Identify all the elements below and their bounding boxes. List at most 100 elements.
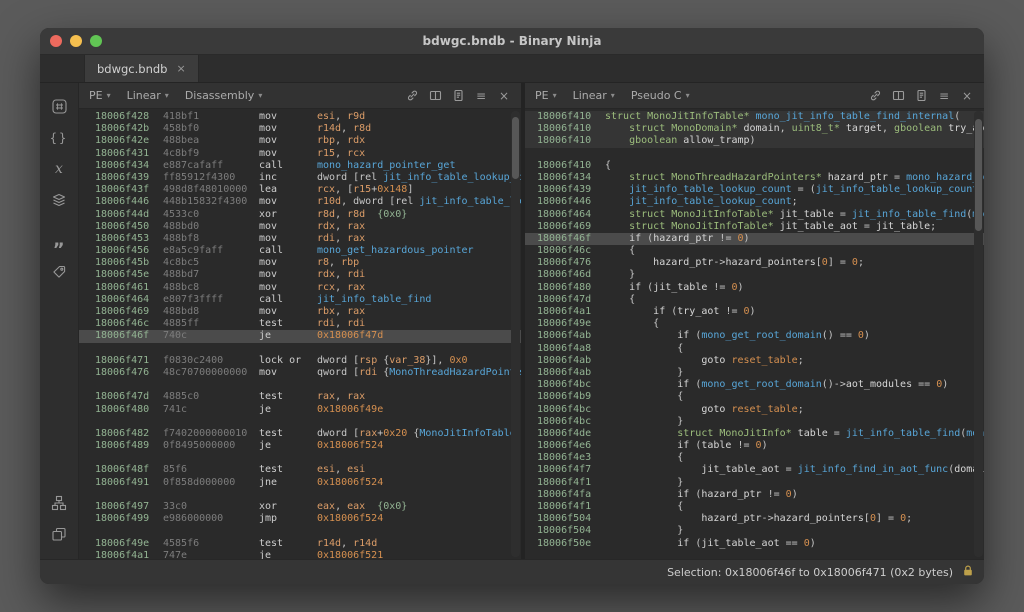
minimize-window-button[interactable] — [70, 35, 82, 47]
code-line[interactable]: 18006f4bc goto reset_table; — [525, 404, 984, 416]
layout-dropdown[interactable]: Linear▾ — [573, 89, 615, 102]
pane-menu-icon[interactable]: ≡ — [474, 89, 488, 103]
sidebar-stack-icon[interactable] — [46, 186, 72, 213]
code-line[interactable]: 18006f4a8 { — [525, 343, 984, 355]
code-line[interactable]: 18006f46c4885fftestrdi, rdi — [79, 318, 521, 330]
sync-link-icon[interactable] — [868, 89, 882, 103]
code-line[interactable]: 18006f480741cje0x18006f49e — [79, 404, 521, 416]
code-line[interactable]: 18006f450488bd0movrdx, rax — [79, 221, 521, 233]
code-line[interactable]: 18006f410struct MonoJitInfoTable* mono_j… — [525, 111, 984, 123]
code-line[interactable]: 18006f47d4885c0testrax, rax — [79, 391, 521, 403]
sidebar-strings-icon[interactable]: „ — [46, 217, 72, 254]
code-line[interactable]: 18006f410 struct MonoDomain* domain, uin… — [525, 123, 984, 135]
code-line[interactable]: 18006f464 struct MonoJitInfoTable* jit_t… — [525, 209, 984, 221]
close-window-button[interactable] — [50, 35, 62, 47]
pseudo-c-listing[interactable]: 18006f410struct MonoJitInfoTable* mono_j… — [525, 109, 984, 559]
code-line[interactable]: 18006f49e { — [525, 318, 984, 330]
code-line[interactable]: 18006f476 hazard_ptr->hazard_pointers[0]… — [525, 257, 984, 269]
code-line[interactable]: 18006f469488bd8movrbx, rax — [79, 306, 521, 318]
new-pane-icon[interactable] — [914, 89, 928, 103]
sidebar-mini-graph-icon[interactable] — [46, 489, 72, 516]
code-line[interactable]: 18006f4a1 if (try_aot != 0) — [525, 306, 984, 318]
code-line[interactable]: 18006f4e3 { — [525, 452, 984, 464]
code-line[interactable]: 18006f428418bf1movesi, r9d — [79, 111, 521, 123]
sidebar-cross-references-icon[interactable]: x — [46, 155, 72, 182]
view-type-dropdown[interactable]: Pseudo C▾ — [631, 89, 690, 102]
code-line[interactable]: 18006f4890f8495000000je0x18006f524 — [79, 440, 521, 452]
layout-dropdown[interactable]: Linear▾ — [127, 89, 169, 102]
code-line[interactable]: 18006f504 hazard_ptr->hazard_pointers[0]… — [525, 513, 984, 525]
code-line[interactable]: 18006f469 struct MonoJitInfoTable* jit_t… — [525, 221, 984, 233]
code-line[interactable]: 18006f461488bc8movrcx, rax — [79, 282, 521, 294]
split-pane-icon[interactable] — [428, 89, 442, 103]
split-pane-icon[interactable] — [891, 89, 905, 103]
tab-bdwgc[interactable]: bdwgc.bndb × — [84, 55, 199, 82]
code-line[interactable]: 18006f4910f858d000000jne0x18006f524 — [79, 477, 521, 489]
code-line[interactable]: 18006f44d4533c0xorr8d, r8d {0x0} — [79, 209, 521, 221]
scrollbar-thumb[interactable] — [512, 117, 519, 179]
sync-link-icon[interactable] — [405, 89, 419, 103]
code-line-blank[interactable] — [79, 416, 521, 428]
code-line[interactable]: 18006f46d } — [525, 269, 984, 281]
close-pane-icon[interactable]: × — [960, 89, 974, 103]
code-line[interactable]: 18006f4e6 if (table != 0) — [525, 440, 984, 452]
code-line[interactable]: 18006f42b458bf0movr14d, r8d — [79, 123, 521, 135]
code-line[interactable]: 18006f49733c0xoreax, eax {0x0} — [79, 501, 521, 513]
code-line[interactable]: 18006f4de struct MonoJitInfo* table = ji… — [525, 428, 984, 440]
disassembly-listing[interactable]: 18006f428418bf1movesi, r9d18006f42b458bf… — [79, 109, 521, 559]
code-line[interactable]: 18006f4f1 } — [525, 477, 984, 489]
code-line-blank[interactable] — [79, 379, 521, 391]
code-line-blank[interactable] — [79, 452, 521, 464]
code-line[interactable]: 18006f4fa if (hazard_ptr != 0) — [525, 489, 984, 501]
binary-view-dropdown[interactable]: PE▾ — [535, 89, 557, 102]
code-line[interactable]: 18006f453488bf8movrdi, rax — [79, 233, 521, 245]
lock-icon[interactable] — [962, 564, 974, 580]
code-line[interactable]: 18006f456e8a5c9faffcallmono_get_hazardou… — [79, 245, 521, 257]
code-line[interactable]: 18006f4ab goto reset_table; — [525, 355, 984, 367]
binary-view-dropdown[interactable]: PE▾ — [89, 89, 111, 102]
code-line[interactable]: 18006f43f498d8f48010000learcx, [r15+0x14… — [79, 184, 521, 196]
code-line[interactable]: 18006f4bc if (mono_get_root_domain()->ao… — [525, 379, 984, 391]
code-line[interactable]: 18006f4b9 { — [525, 391, 984, 403]
sidebar-components-icon[interactable] — [46, 520, 72, 547]
code-line[interactable]: 18006f4a1747eje0x18006f521 — [79, 550, 521, 559]
code-line-blank[interactable] — [79, 525, 521, 537]
code-line[interactable]: 18006f42e488beamovrbp, rdx — [79, 135, 521, 147]
code-line[interactable]: 18006f4f1 { — [525, 501, 984, 513]
code-line[interactable]: 18006f480 if (jit_table != 0) — [525, 282, 984, 294]
code-line[interactable]: 18006f439ff85912f4300incdword [rel jit_i… — [79, 172, 521, 184]
vertical-scrollbar[interactable] — [511, 111, 520, 557]
code-line[interactable]: 18006f46c { — [525, 245, 984, 257]
code-line[interactable]: 18006f471f0830c2400lock ordword [rsp {va… — [79, 355, 521, 367]
scrollbar-thumb[interactable] — [975, 119, 982, 231]
view-type-dropdown[interactable]: Disassembly▾ — [185, 89, 263, 102]
vertical-scrollbar[interactable] — [974, 111, 983, 557]
sidebar-types-icon[interactable]: {} — [46, 124, 72, 151]
code-line[interactable]: 18006f464e807f3ffffcalljit_info_table_fi… — [79, 294, 521, 306]
code-line[interactable]: 18006f504 } — [525, 525, 984, 537]
code-line[interactable]: 18006f4ab } — [525, 367, 984, 379]
code-line[interactable]: 18006f434e887cafaffcallmono_hazard_point… — [79, 160, 521, 172]
code-line[interactable]: 18006f499e986000000jmp0x18006f524 — [79, 513, 521, 525]
code-line[interactable]: 18006f446448b15832f4300movr10d, dword [r… — [79, 196, 521, 208]
code-line-blank[interactable] — [79, 343, 521, 355]
code-line[interactable]: 18006f4f7 jit_table_aot = jit_info_find_… — [525, 464, 984, 476]
code-line[interactable]: 18006f4bc } — [525, 416, 984, 428]
code-line[interactable]: 18006f47648c70700000000movqword [rdi {Mo… — [79, 367, 521, 379]
code-line[interactable]: 18006f410 gboolean allow_tramp) — [525, 135, 984, 147]
code-line[interactable]: 18006f48f85f6testesi, esi — [79, 464, 521, 476]
code-line[interactable]: 18006f482f7402000000010testdword [rax+0x… — [79, 428, 521, 440]
code-line[interactable]: 18006f45b4c8bc5movr8, rbp — [79, 257, 521, 269]
code-line[interactable]: 18006f439 jit_info_table_lookup_count = … — [525, 184, 984, 196]
code-line-blank[interactable] — [79, 489, 521, 501]
new-pane-icon[interactable] — [451, 89, 465, 103]
code-line[interactable]: 18006f50e if (jit_table_aot == 0) — [525, 538, 984, 550]
code-line[interactable]: 18006f47d { — [525, 294, 984, 306]
code-line[interactable]: 18006f49e4585f6testr14d, r14d — [79, 538, 521, 550]
code-line[interactable]: 18006f410{ — [525, 160, 984, 172]
zoom-window-button[interactable] — [90, 35, 102, 47]
tab-close-icon[interactable]: × — [176, 63, 185, 74]
code-line-blank[interactable] — [525, 148, 984, 160]
code-line[interactable]: 18006f46f if (hazard_ptr != 0) — [525, 233, 984, 245]
code-line[interactable]: 18006f434 struct MonoThreadHazardPointer… — [525, 172, 984, 184]
